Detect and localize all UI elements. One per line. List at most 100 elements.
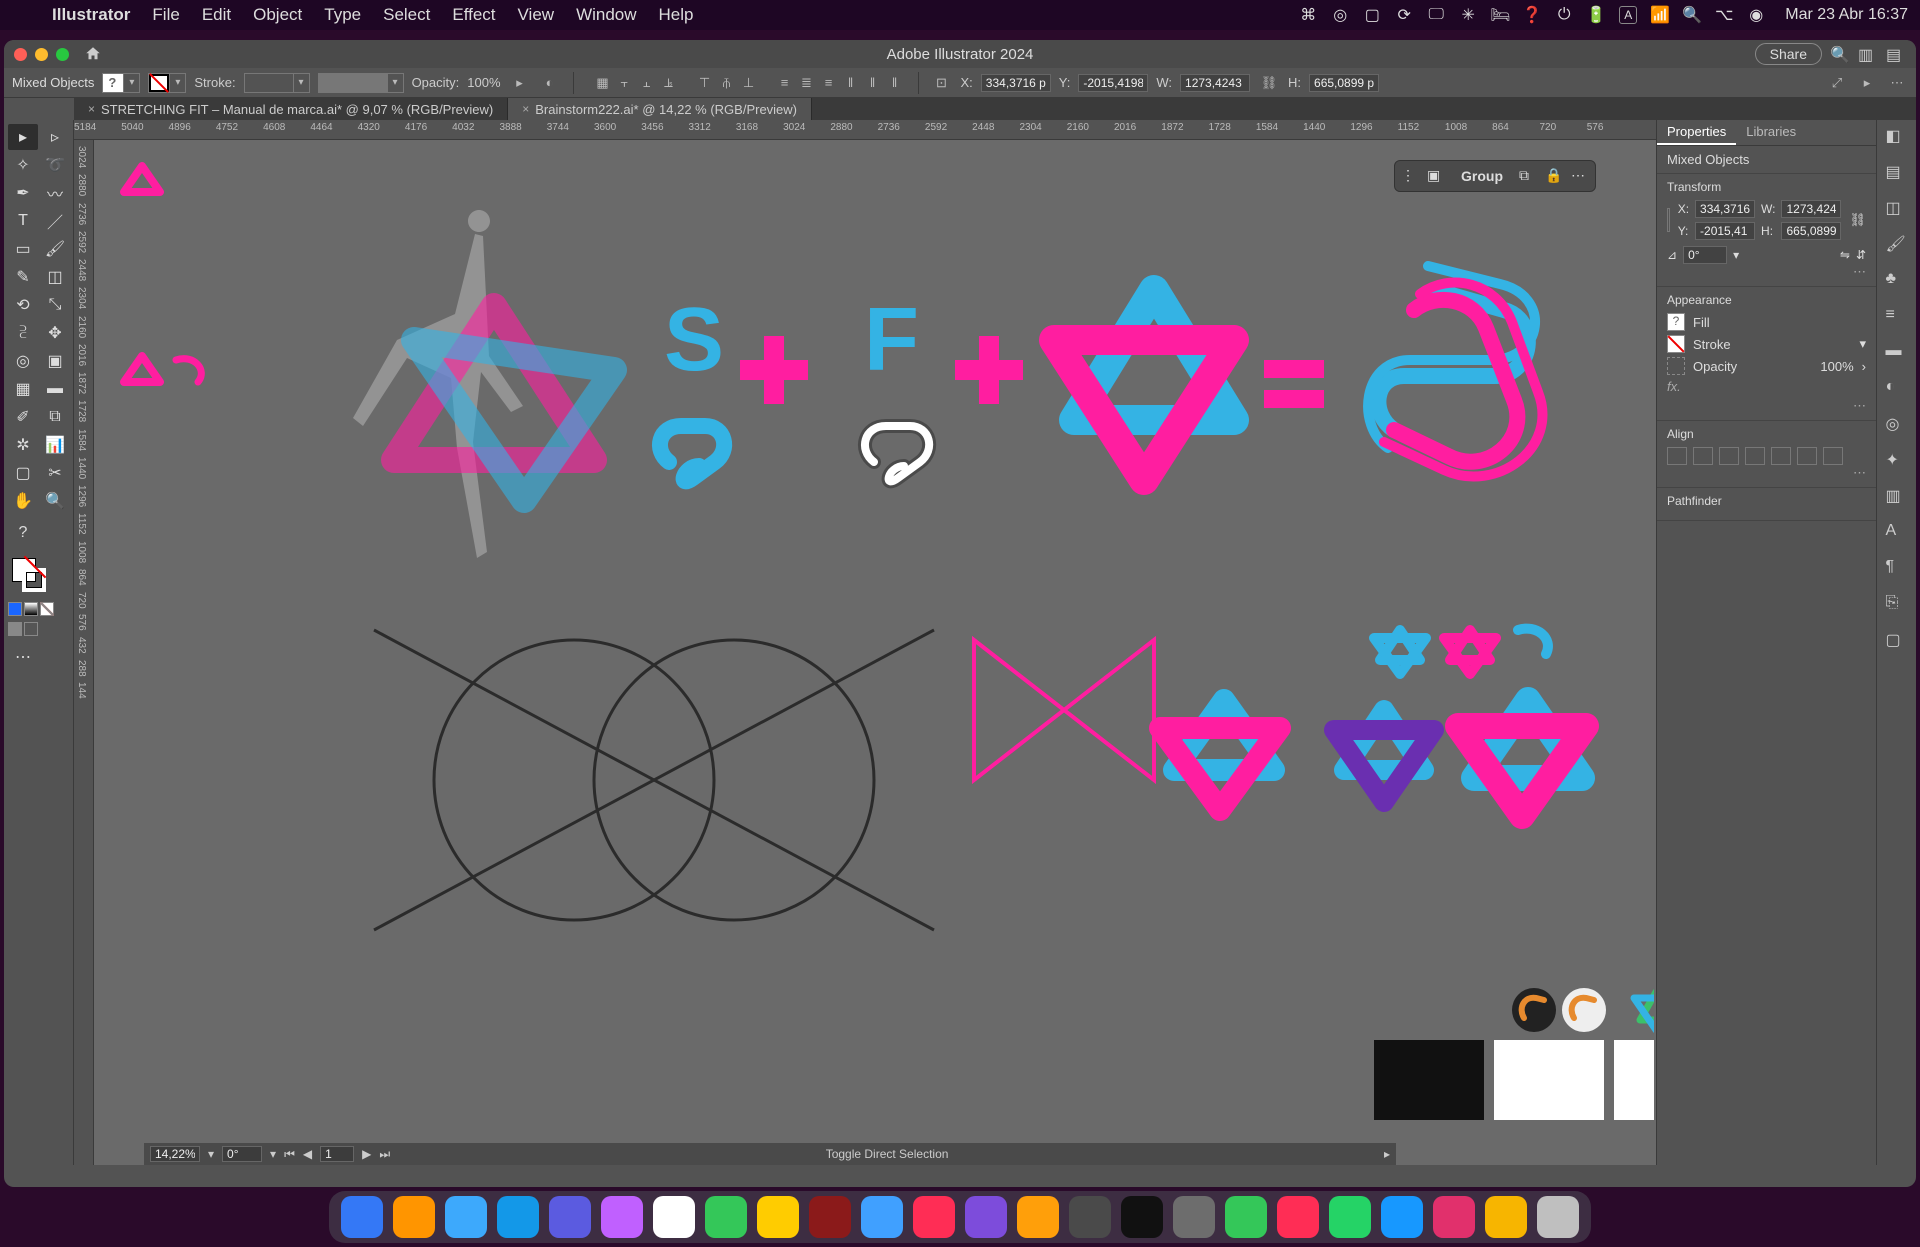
ref-point-icon[interactable] <box>1667 208 1670 232</box>
minimize-window-button[interactable] <box>35 48 48 61</box>
color-mode-swatches[interactable] <box>8 602 69 616</box>
eraser-tool-icon[interactable]: ◫ <box>40 264 70 290</box>
prop-w-input[interactable] <box>1781 200 1841 218</box>
menubar-app-name[interactable]: Illustrator <box>52 5 130 25</box>
width-tool-icon[interactable]: ⫔ <box>8 320 38 346</box>
fill-swatch-dropdown[interactable]: ▾ <box>124 73 140 93</box>
opacity-value2[interactable]: 100% <box>1820 359 1853 374</box>
prop-rot-input[interactable] <box>1683 246 1727 264</box>
menubar-drop-icon[interactable]: ❓ <box>1523 6 1541 24</box>
dock-app-14[interactable] <box>1069 1196 1111 1238</box>
strip-stroke-icon[interactable]: ≡ <box>1886 306 1908 328</box>
nav-last-icon[interactable]: ⏭ <box>379 1147 390 1162</box>
menubar-gear-icon[interactable]: ✳︎ <box>1459 6 1477 24</box>
dock-app-2[interactable] <box>445 1196 487 1238</box>
opacity-arrow2-icon[interactable]: › <box>1862 359 1866 374</box>
dock-app-7[interactable] <box>705 1196 747 1238</box>
dist-4-icon[interactable]: ‖ <box>840 72 862 94</box>
document-tab-2[interactable]: × Brainstorm222.ai* @ 14,22 % (RGB/Previ… <box>508 98 812 120</box>
align-hcenter-icon[interactable]: ⫠ <box>636 72 658 94</box>
strip-symbols-icon[interactable]: ♣︎ <box>1886 270 1908 292</box>
mesh-tool-icon[interactable]: ▦ <box>8 376 38 402</box>
canvas[interactable]: ⋮ ▣ Group ⧉ 🔒 ⋯ <box>94 140 1656 1165</box>
transform-x-input[interactable] <box>981 74 1051 92</box>
zoom-window-button[interactable] <box>56 48 69 61</box>
align-r-icon[interactable] <box>1745 447 1765 465</box>
strip-library-icon[interactable]: ▤ <box>1886 162 1908 184</box>
align-top-icon[interactable]: ⊤ <box>694 72 716 94</box>
strip-asset-icon[interactable]: ⎘ <box>1886 594 1908 616</box>
stroke-box-icon[interactable] <box>1667 335 1685 353</box>
rotate-tool-icon[interactable]: ⟲ <box>8 292 38 318</box>
transform-h-input[interactable] <box>1309 74 1379 92</box>
rotation-input[interactable] <box>222 1146 262 1162</box>
edit-toolbar-button[interactable]: ? <box>8 520 38 546</box>
graph-tool-icon[interactable]: 📊 <box>40 432 70 458</box>
recolor-icon[interactable]: ◐ <box>539 72 561 94</box>
brush-dropdown[interactable]: ▾ <box>388 73 404 93</box>
nav-first-icon[interactable]: ⏮ <box>284 1147 295 1162</box>
status-arrow-icon[interactable]: ▸ <box>1384 1147 1390 1161</box>
overflow-icon[interactable]: ⋯ <box>1886 72 1908 94</box>
transform-y-input[interactable] <box>1078 74 1148 92</box>
brush-definition[interactable] <box>318 73 388 93</box>
dist-1-icon[interactable]: ≡ <box>774 72 796 94</box>
paintbrush-tool-icon[interactable]: 🖌 <box>40 236 70 262</box>
flip-h-icon[interactable]: ⇋ <box>1840 248 1850 262</box>
dock-app-12[interactable] <box>965 1196 1007 1238</box>
strip-para-icon[interactable]: ¶ <box>1886 558 1908 580</box>
strip-gradient-icon[interactable]: ▬ <box>1886 342 1908 364</box>
stroke-weight-dropdown[interactable]: ▾ <box>294 73 310 93</box>
blend-tool-icon[interactable]: ⧉ <box>40 404 70 430</box>
dock-app-23[interactable] <box>1537 1196 1579 1238</box>
align-left-icon[interactable]: ⫟ <box>614 72 636 94</box>
fill-stroke-indicator[interactable] <box>8 558 48 596</box>
menubar-control-center-icon[interactable]: ⌥ <box>1715 6 1733 24</box>
rectangle-tool-icon[interactable]: ▭ <box>8 236 38 262</box>
home-button-icon[interactable] <box>83 45 103 63</box>
dock-app-9[interactable] <box>809 1196 851 1238</box>
hand-tool-icon[interactable]: ✋ <box>8 488 38 514</box>
align-bottom-icon[interactable]: ⊥ <box>738 72 760 94</box>
menu-object[interactable]: Object <box>253 5 302 25</box>
isolate-icon[interactable]: ⤢ <box>1826 72 1848 94</box>
shaper-tool-icon[interactable]: ✎ <box>8 264 38 290</box>
align-grid-icon[interactable]: ▦ <box>592 72 614 94</box>
line-tool-icon[interactable]: ／ <box>40 208 70 234</box>
edit-inside-icon[interactable]: ▸ <box>1856 72 1878 94</box>
menubar-sync-icon[interactable]: ⟳ <box>1395 6 1413 24</box>
flip-v-icon[interactable]: ⇵ <box>1856 248 1866 262</box>
link-wh-icon[interactable]: ⛓ <box>1258 72 1280 94</box>
direct-selection-tool-icon[interactable]: ▹ <box>40 124 70 150</box>
dock-app-0[interactable] <box>341 1196 383 1238</box>
zoom-tool-icon[interactable]: 🔍 <box>40 488 70 514</box>
close-window-button[interactable] <box>14 48 27 61</box>
menubar-cc-icon[interactable]: ◎ <box>1331 6 1349 24</box>
magic-wand-tool-icon[interactable]: ✧ <box>8 152 38 178</box>
prop-x-input[interactable] <box>1695 200 1755 218</box>
slice-tool-icon[interactable]: ✂︎ <box>40 460 70 486</box>
transform-more-icon[interactable]: ⋯ <box>1667 264 1866 280</box>
align-b-icon[interactable] <box>1823 447 1843 465</box>
menubar-play-icon[interactable]: ⏻ <box>1555 6 1573 24</box>
transform-w-input[interactable] <box>1180 74 1250 92</box>
dist-6-icon[interactable]: ‖ <box>884 72 906 94</box>
menubar-wifi-icon[interactable]: 📶 <box>1651 6 1669 24</box>
lock-wh-icon[interactable]: ⛓ <box>1849 212 1866 228</box>
opacity-box-icon[interactable] <box>1667 357 1685 375</box>
selection-tool-icon[interactable]: ▸ <box>8 124 38 150</box>
dock-app-13[interactable] <box>1017 1196 1059 1238</box>
rotation-dropdown-icon[interactable]: ▾ <box>270 1147 276 1161</box>
prop-y-input[interactable] <box>1695 222 1755 240</box>
workspace-icon[interactable]: ▤ <box>1886 45 1906 63</box>
menubar-datetime[interactable]: Mar 23 Abr 16:37 <box>1785 6 1908 24</box>
dock-app-20[interactable] <box>1381 1196 1423 1238</box>
prop-h-input[interactable] <box>1781 222 1841 240</box>
align-more-icon[interactable]: ⋯ <box>1667 465 1866 481</box>
align-m-icon[interactable] <box>1797 447 1817 465</box>
transform-ref-icon[interactable]: ⊡ <box>931 72 953 94</box>
stroke-weight-input[interactable] <box>244 73 294 93</box>
close-tab-icon[interactable]: × <box>88 102 95 116</box>
menu-type[interactable]: Type <box>324 5 361 25</box>
menubar-temp-icon[interactable]: 🛏 <box>1491 6 1509 24</box>
